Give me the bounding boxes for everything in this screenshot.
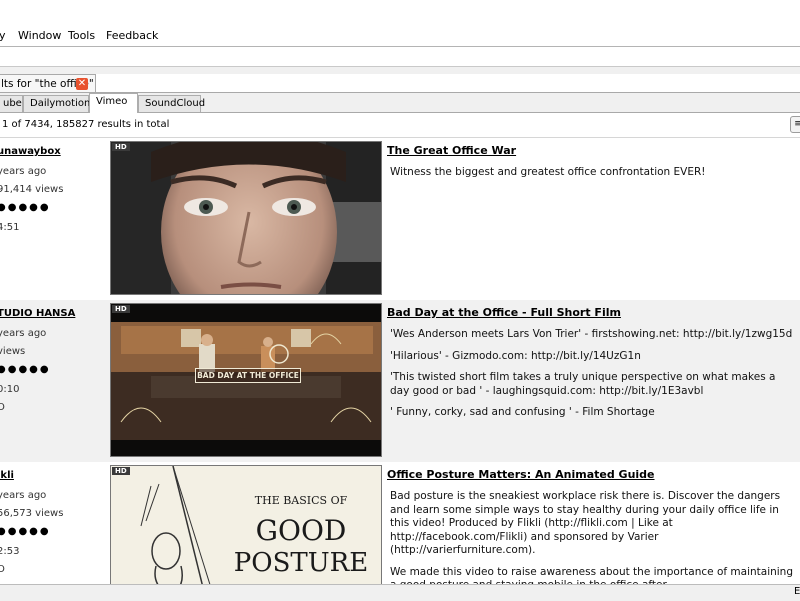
video-title-link[interactable]: Bad Day at the Office - Full Short Film (387, 306, 621, 319)
description-line: 'Hilarious' - Gizmodo.com: http://bit.ly… (390, 349, 641, 362)
tab-dailymotion[interactable]: Dailymotion (23, 95, 90, 112)
hd-badge: HD (112, 467, 130, 475)
rating-stars: ●●●●● (0, 364, 51, 375)
rating-stars: ●●●●● (0, 202, 51, 213)
license-marker: O (0, 564, 5, 575)
thumbnail-text-line: THE BASICS OF (254, 494, 348, 507)
view-count: 91,414 views (0, 184, 64, 195)
results-list: unawaybox years ago 91,414 views ●●●●● 4… (0, 138, 800, 584)
tab-vimeo[interactable]: Vimeo (89, 93, 138, 113)
search-results-tab[interactable]: lts for "the office" ✕ (0, 74, 96, 93)
description-line: Bad posture is the sneakiest workplace r… (390, 490, 781, 556)
menu-item-tools[interactable]: Tools (68, 29, 95, 42)
thumbnail-title-box: BAD DAY AT THE OFFICE (195, 368, 301, 383)
video-description: 'Wes Anderson meets Lars Von Trier' - fi… (390, 328, 798, 428)
author-link[interactable]: unawaybox (0, 146, 61, 157)
view-count: 56,573 views (0, 508, 64, 519)
tab-strip-background (0, 67, 800, 74)
result-item[interactable]: TUDIO HANSA years ago views ●●●●● 0:10 O (0, 300, 800, 462)
description-line: 'This twisted short film takes a truly u… (390, 371, 776, 397)
result-item[interactable]: ikli years ago 56,573 views ●●●●● 2:53 O… (0, 462, 800, 584)
description-line: ' Funny, corky, sad and confusing ' - Fi… (390, 406, 655, 418)
options-button[interactable]: ≡ (790, 116, 800, 133)
duration: 0:10 (0, 384, 20, 395)
upload-age: years ago (0, 490, 47, 501)
video-thumbnail[interactable]: BAD DAY AT THE OFFICE HD (110, 303, 382, 457)
menu-item-window[interactable]: Window (18, 29, 61, 42)
menu-item-feedback[interactable]: Feedback (106, 29, 158, 42)
bottom-status-bar: E (0, 584, 800, 601)
hd-badge: HD (112, 143, 130, 151)
result-item[interactable]: unawaybox years ago 91,414 views ●●●●● 4… (0, 138, 800, 300)
video-title-link[interactable]: The Great Office War (387, 144, 516, 157)
thumbnail-image: THE BASICS OF GOOD POSTURE (111, 466, 381, 584)
video-description: Witness the biggest and greatest office … (390, 166, 798, 188)
close-icon[interactable]: ✕ (76, 78, 88, 90)
menu-bar: y Window Tools Feedback (0, 0, 800, 47)
author-link[interactable]: ikli (0, 470, 14, 481)
video-description: Bad posture is the sneakiest workplace r… (390, 490, 798, 584)
description-line: 'Wes Anderson meets Lars Von Trier' - fi… (390, 328, 793, 340)
thumbnail-text-line: GOOD (255, 514, 347, 547)
video-title-link[interactable]: Office Posture Matters: An Animated Guid… (387, 468, 655, 481)
source-tab-bar: ube Dailymotion Vimeo SoundCloud (0, 92, 800, 113)
toolbar-strip (0, 47, 800, 67)
thumbnail-image (111, 142, 381, 294)
thumbnail-text-line: POSTURE (233, 548, 369, 578)
face-illustration (111, 142, 381, 294)
hd-badge: HD (112, 305, 130, 313)
description-line: Witness the biggest and greatest office … (390, 166, 706, 178)
results-status-bar: 1 of 7434, 185827 results in total ≡ (0, 113, 800, 138)
tab-youtube[interactable]: ube (0, 95, 23, 112)
license-marker: O (0, 402, 5, 413)
tab-soundcloud[interactable]: SoundCloud (138, 95, 205, 112)
author-link[interactable]: TUDIO HANSA (0, 308, 75, 319)
rating-stars: ●●●●● (0, 526, 51, 537)
view-count: views (0, 346, 26, 357)
duration: 2:53 (0, 546, 20, 557)
corner-indicator: E (794, 586, 800, 597)
duration: 4:51 (0, 222, 20, 233)
upload-age: years ago (0, 166, 47, 177)
video-thumbnail[interactable]: HD (110, 141, 382, 295)
menu-item-history[interactable]: y (0, 29, 6, 42)
thumbnail-image: BAD DAY AT THE OFFICE (111, 304, 381, 456)
results-count-text: 1 of 7434, 185827 results in total (2, 119, 170, 130)
video-thumbnail[interactable]: THE BASICS OF GOOD POSTURE HD (110, 465, 382, 584)
description-line: We made this video to raise awareness ab… (390, 565, 793, 585)
upload-age: years ago (0, 328, 47, 339)
